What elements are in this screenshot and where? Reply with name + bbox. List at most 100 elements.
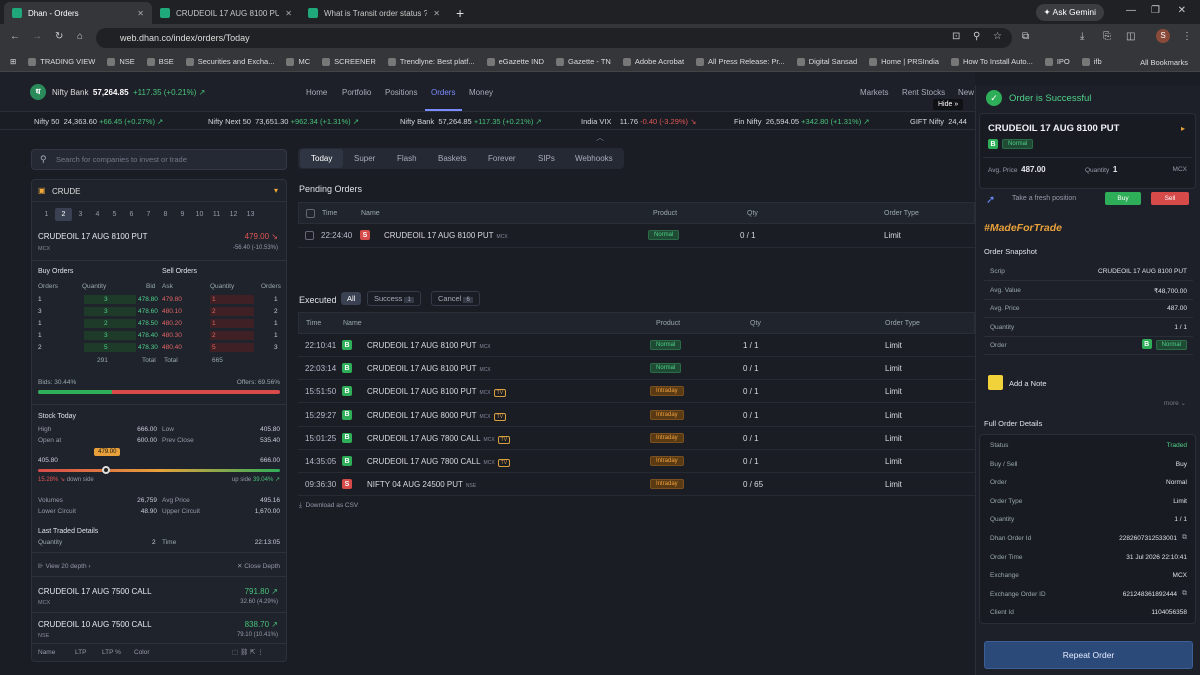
watchlist-page[interactable]: 12 xyxy=(225,208,242,221)
bookmark[interactable]: BSE xyxy=(146,57,174,66)
chevron-right-icon[interactable]: ▸ xyxy=(1181,124,1185,133)
bookmark[interactable]: MC xyxy=(286,57,310,66)
ticker-item[interactable]: GIFT Nifty 24,44 xyxy=(910,117,967,126)
bookmark[interactable]: TRADING VIEW xyxy=(28,57,95,66)
bookmark[interactable]: Securities and Excha... xyxy=(185,57,274,66)
sell-button[interactable]: Sell xyxy=(1151,192,1189,205)
watchlist-page[interactable]: 11 xyxy=(208,208,225,221)
nav-new[interactable]: New xyxy=(958,88,974,97)
watchlist-selector[interactable]: ▣ CRUDE ▾ xyxy=(32,180,286,202)
copy-icon[interactable]: ⧉ xyxy=(1182,590,1187,598)
bookmark[interactable]: ifb xyxy=(1081,57,1102,66)
col-ltp-pct[interactable]: LTP % xyxy=(102,649,121,656)
executed-order-row[interactable]: 09:36:30 S NIFTY 04 AUG 24500 PUT NSE Intrad… xyxy=(298,473,975,497)
view-depth-link[interactable]: ⊪ View 20 depth › xyxy=(38,562,91,570)
more-link[interactable]: more ⌄ xyxy=(1164,399,1186,407)
back-icon[interactable]: ← xyxy=(10,31,20,42)
row-checkbox[interactable] xyxy=(305,231,314,240)
ask-gemini-button[interactable]: ✦ Ask Gemini xyxy=(1035,4,1104,21)
watchlist-page[interactable]: 10 xyxy=(191,208,208,221)
bookmark[interactable]: Trendlyne: Best platf... xyxy=(387,57,475,66)
tab-baskets[interactable]: Baskets xyxy=(427,149,477,168)
minimize-icon[interactable]: — xyxy=(1126,5,1136,16)
panel-instrument[interactable]: CRUDEOIL 17 AUG 8100 PUT xyxy=(988,123,1119,134)
repeat-order-button[interactable]: Repeat Order xyxy=(984,641,1193,669)
home-icon[interactable]: ⌂ xyxy=(77,31,83,42)
tab-sips[interactable]: SIPs xyxy=(527,149,566,168)
ticker-item[interactable]: India VIX 11.76 -0.40 (-3.29%) ↘ xyxy=(581,117,696,126)
nav-portfolio[interactable]: Portfolio xyxy=(342,88,371,97)
bookmark[interactable]: IPO xyxy=(1044,57,1070,66)
pending-order-row[interactable]: 22:24:40 S CRUDEOIL 17 AUG 8100 PUT MCX N… xyxy=(298,224,975,248)
watchlist-page[interactable]: 1 xyxy=(38,208,55,221)
zoom-icon[interactable]: ⚲ xyxy=(973,31,980,42)
tab-forever[interactable]: Forever xyxy=(477,149,527,168)
forward-icon[interactable]: → xyxy=(32,31,42,42)
col-ltp[interactable]: LTP xyxy=(75,649,86,656)
bookmark[interactable]: SCREENER xyxy=(322,57,376,66)
close-depth-link[interactable]: ✕ Close Depth xyxy=(237,562,280,570)
watchlist-item-name[interactable]: CRUDEOIL 10 AUG 7500 CALL xyxy=(38,620,152,629)
nav-money[interactable]: Money xyxy=(469,88,493,97)
watchlist-page[interactable]: 2 xyxy=(55,208,72,221)
dhan-logo[interactable]: ध xyxy=(30,84,46,100)
collapse-ticker-icon[interactable]: ︿ xyxy=(596,132,604,143)
profile-avatar[interactable]: S xyxy=(1156,29,1170,43)
ticker-item[interactable]: Nifty Next 50 73,651.30 +962.34 (+1.31%)… xyxy=(208,117,359,126)
watchlist-page[interactable]: 8 xyxy=(157,208,174,221)
instrument-name[interactable]: CRUDEOIL 17 AUG 8100 PUT xyxy=(38,232,148,241)
bookmark[interactable]: Gazette - TN xyxy=(556,57,611,66)
browser-tab[interactable]: Dhan - Orders ✕ xyxy=(4,2,152,24)
add-note-link[interactable]: Add a Note xyxy=(1009,379,1047,388)
menu-dots-icon[interactable]: ⋮ xyxy=(1182,31,1192,42)
watchlist-page[interactable]: 9 xyxy=(174,208,191,221)
nav-orders[interactable]: Orders xyxy=(431,88,455,97)
watchlist-page[interactable]: 13 xyxy=(242,208,259,221)
executed-order-row[interactable]: 15:29:27 B CRUDEOIL 17 AUG 8000 PUT MCX TV In… xyxy=(298,404,975,427)
close-tab-icon[interactable]: ✕ xyxy=(433,9,440,18)
bookmark[interactable]: How To Install Auto... xyxy=(950,57,1033,66)
tab-today[interactable]: Today xyxy=(300,149,344,168)
watchlist-item-name[interactable]: CRUDEOIL 17 AUG 7500 CALL xyxy=(38,587,152,596)
select-all-checkbox[interactable] xyxy=(306,209,315,218)
nav-rent-stocks[interactable]: Rent Stocks xyxy=(902,88,945,97)
bookmark[interactable]: NSE xyxy=(107,57,135,66)
share-icon[interactable]: ⎘ xyxy=(1103,31,1111,42)
executed-order-row[interactable]: 14:35:05 B CRUDEOIL 17 AUG 7800 CALL MCX TV I… xyxy=(298,450,975,473)
url-field[interactable]: web.dhan.co/index/orders/Today xyxy=(96,28,1012,48)
watchlist-page[interactable]: 6 xyxy=(123,208,140,221)
nav-home[interactable]: Home xyxy=(306,88,327,97)
extensions-icon[interactable]: ⧉ xyxy=(1022,31,1029,42)
browser-tab[interactable]: What is Transit order status ? | ✕ xyxy=(300,2,448,24)
watchlist-page[interactable]: 3 xyxy=(72,208,89,221)
new-tab-button[interactable]: + xyxy=(448,2,472,24)
executed-order-row[interactable]: 15:51:50 B CRUDEOIL 17 AUG 8100 PUT MCX TV In… xyxy=(298,380,975,404)
nav-positions[interactable]: Positions xyxy=(385,88,417,97)
bookmark[interactable]: All Press Release: Pr... xyxy=(696,57,785,66)
all-bookmarks[interactable]: All Bookmarks xyxy=(1140,58,1188,67)
sidepanel-icon[interactable]: ◫ xyxy=(1126,31,1135,42)
filter-success[interactable]: Success 1 xyxy=(367,291,421,306)
screen-search-icon[interactable]: ⊡ xyxy=(952,31,960,42)
bookmark[interactable]: Home | PRSIndia xyxy=(869,57,939,66)
ticker-item[interactable]: Nifty 50 24,363.60 +66.45 (+0.27%) ↗ xyxy=(34,117,163,126)
bookmark[interactable]: eGazette IND xyxy=(486,57,544,66)
bookmark[interactable]: Digital Sansad xyxy=(796,57,857,66)
filter-all[interactable]: All xyxy=(341,292,362,305)
close-tab-icon[interactable]: ✕ xyxy=(285,9,292,18)
maximize-icon[interactable]: ❐ xyxy=(1151,5,1160,16)
hide-button[interactable]: Hide » xyxy=(933,99,964,110)
watchlist-page[interactable]: 4 xyxy=(89,208,106,221)
watchlist-page[interactable]: 5 xyxy=(106,208,123,221)
copy-icon[interactable]: ⧉ xyxy=(1182,534,1187,542)
note-icon[interactable] xyxy=(988,375,1003,390)
col-color[interactable]: Color xyxy=(134,649,150,656)
watchlist-page[interactable]: 7 xyxy=(140,208,157,221)
apps-grid-icon[interactable]: ⊞ xyxy=(10,57,16,66)
browser-tab[interactable]: CRUDEOIL 17 AUG 8100 PUT 4✕ xyxy=(152,2,300,24)
close-window-icon[interactable]: ✕ xyxy=(1178,5,1186,16)
bookmark-star-icon[interactable]: ☆ xyxy=(993,31,1002,42)
ticker-item[interactable]: Fin Nifty 26,594.05 +342.80 (+1.31%) ↗ xyxy=(734,117,870,126)
footer-tools-icon[interactable]: ⬚ ⛓ ⇱ ⋮ xyxy=(232,648,264,656)
tab-webhooks[interactable]: Webhooks xyxy=(564,149,624,168)
